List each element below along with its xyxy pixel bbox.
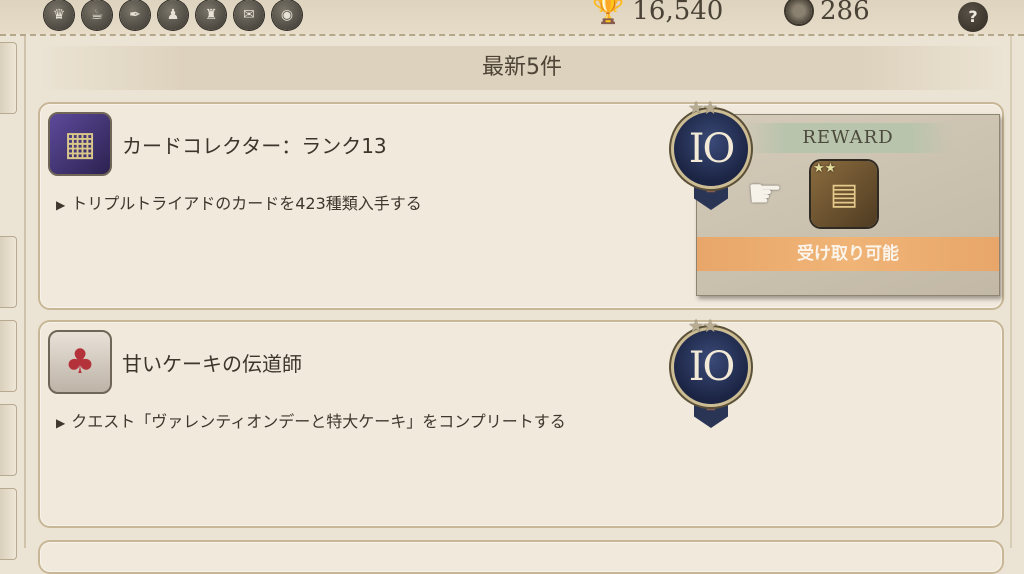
card-book-icon: ▦ — [48, 112, 112, 176]
medal-rank: IO — [688, 126, 736, 172]
completed-count-value: 286 — [820, 0, 870, 26]
feather-icon[interactable]: ✒ — [120, 0, 150, 30]
top-bar: ♛ ☕ ✒ ♟ ♜ ✉ ◉ 🏆 16,540 286 ? — [0, 0, 1024, 34]
figure-icon[interactable]: ♟ — [158, 0, 188, 30]
claim-reward-button[interactable]: 受け取り可能 — [697, 237, 999, 271]
rank-medal: 🏆 IO ★★ — [672, 316, 750, 436]
side-tab[interactable] — [0, 320, 17, 392]
medal-stars: ★★ — [688, 98, 718, 119]
side-tab[interactable] — [0, 404, 17, 476]
cake-icon: ♣ — [48, 330, 112, 394]
medal-icon[interactable]: ◉ — [272, 0, 302, 30]
side-tab[interactable] — [0, 42, 17, 114]
section-title: 最新5件 — [40, 46, 1004, 90]
left-frame-rail — [24, 36, 26, 548]
completed-count: 286 — [786, 0, 870, 26]
trophy-icon[interactable]: ♛ — [44, 0, 74, 30]
bullet-arrow-icon: ▶ — [56, 416, 66, 430]
side-tab[interactable] — [0, 488, 17, 560]
achievement-description: ▶ トリプルトライアドのカードを423種類入手する — [56, 190, 422, 214]
achievement-description-text: クエスト「ヴァレンティオンデーと特大ケーキ」をコンプリートする — [71, 412, 566, 431]
achievement-points-value: 16,540 — [632, 0, 724, 26]
bullet-arrow-icon: ▶ — [56, 198, 66, 212]
cup-icon[interactable]: ☕ — [82, 0, 112, 30]
top-bar-divider — [0, 34, 1024, 36]
medal-rank: IO — [688, 344, 736, 390]
achievement-description-text: トリプルトライアドのカードを423種類入手する — [71, 194, 422, 213]
rank-medal: 🏆 IO ★★ — [672, 98, 750, 218]
achievement-card[interactable]: ♣ 甘いケーキの伝道師 ▶ クエスト「ヴァレンティオンデーと特大ケーキ」をコンプリ… — [38, 320, 1004, 528]
category-icon-row: ♛ ☕ ✒ ♟ ♜ ✉ ◉ — [44, 0, 302, 30]
achievement-title: 甘いケーキの伝道師 — [122, 352, 302, 376]
achievement-card[interactable] — [38, 540, 1004, 574]
seal-icon — [786, 0, 812, 24]
medal-stars: ★★ — [688, 316, 718, 337]
armor-icon[interactable]: ♜ — [196, 0, 226, 30]
side-tab[interactable] — [0, 236, 17, 308]
map-icon[interactable]: ✉ — [234, 0, 264, 30]
right-frame-rail — [1010, 36, 1012, 548]
achievement-description: ▶ クエスト「ヴァレンティオンデーと特大ケーキ」をコンプリートする — [56, 408, 566, 432]
help-button[interactable]: ? — [958, 2, 988, 32]
reward-header: REWARD — [743, 123, 953, 153]
pointing-hand-icon: ☛ — [747, 171, 783, 217]
trophy-icon: 🏆 — [592, 0, 625, 26]
item-stars: ★★ — [813, 161, 837, 176]
achievement-title: カードコレクター：ランク13 — [122, 134, 387, 158]
achievement-points: 🏆 16,540 — [592, 0, 723, 26]
